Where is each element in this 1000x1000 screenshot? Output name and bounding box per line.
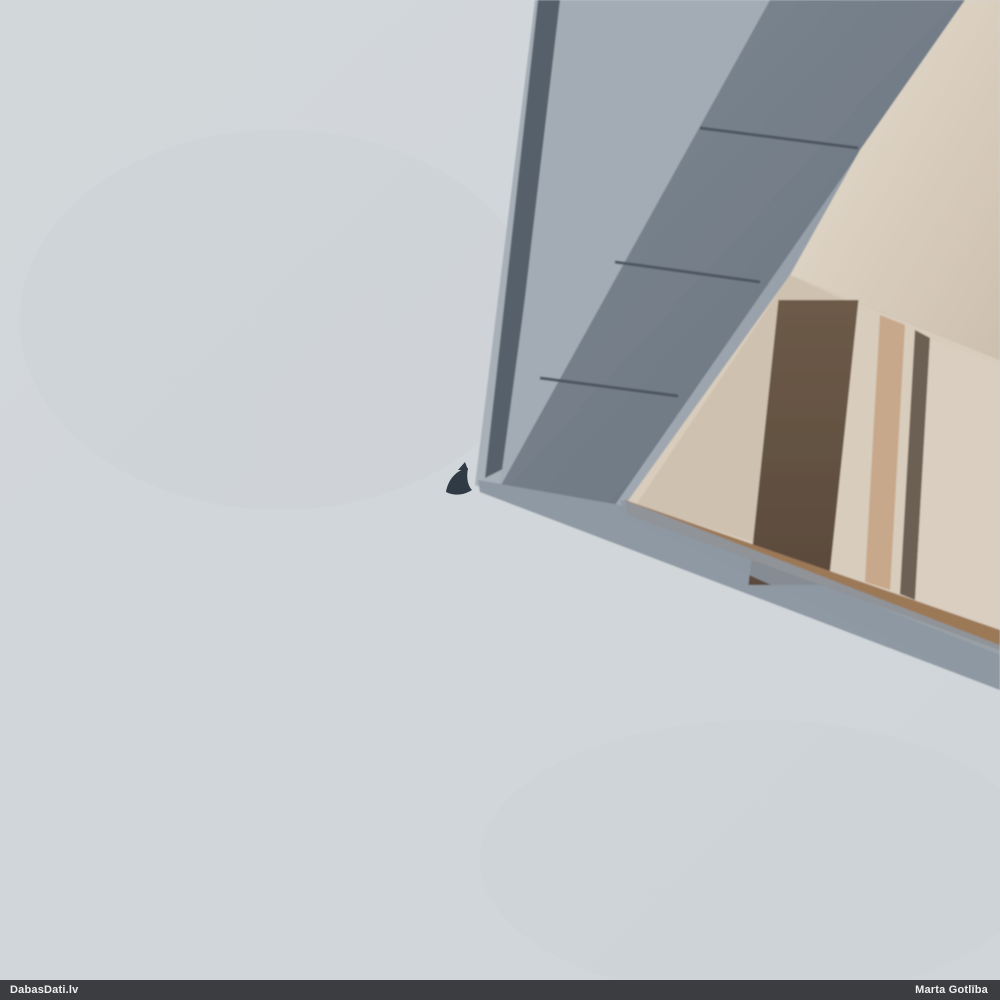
cloud-shade bbox=[20, 130, 540, 510]
photo-credit-bar: DabasDati.lv Marta Gotlība bbox=[0, 980, 1000, 1000]
photo-canvas bbox=[0, 0, 1000, 980]
site-label: DabasDati.lv bbox=[10, 984, 79, 996]
nature-photo bbox=[0, 0, 1000, 980]
soffit-panel bbox=[915, 338, 1000, 635]
author-label: Marta Gotlība bbox=[915, 984, 988, 996]
